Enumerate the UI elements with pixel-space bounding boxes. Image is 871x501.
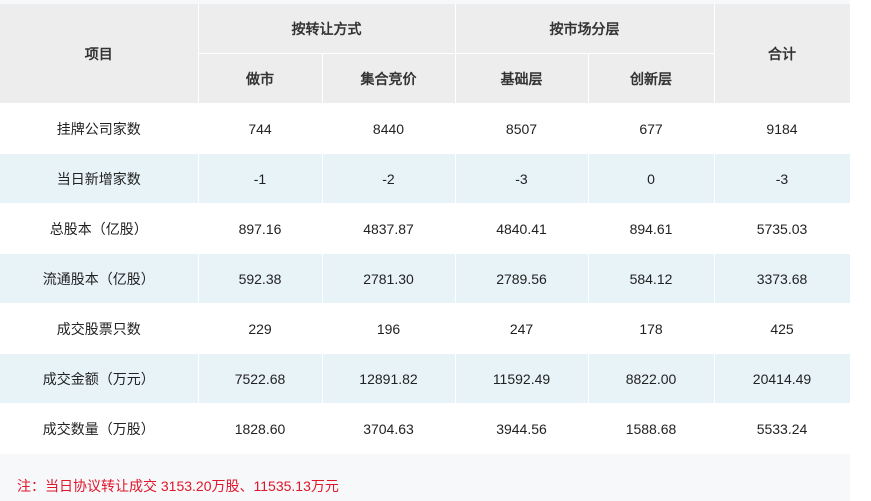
header-market-making: 做市 [198, 53, 323, 104]
table-row: 成交数量（万股） 1828.60 3704.63 3944.56 1588.68… [0, 403, 851, 454]
cell-value: 5735.03 [714, 203, 851, 254]
cell-value: 897.16 [198, 203, 323, 254]
cell-value: 592.38 [198, 253, 323, 304]
table-row: 流通股本（亿股） 592.38 2781.30 2789.56 584.12 3… [0, 253, 851, 304]
cell-value: 8822.00 [588, 353, 715, 404]
header-group-transfer: 按转让方式 [198, 4, 456, 54]
cell-value: 4837.87 [322, 203, 456, 254]
cell-value: 744 [198, 103, 323, 154]
table-row: 成交股票只数 229 196 247 178 425 [0, 303, 851, 354]
cell-value: -3 [714, 153, 851, 204]
cell-value: 8507 [455, 103, 589, 154]
cell-value: 8440 [322, 103, 456, 154]
cell-value: 229 [198, 303, 323, 354]
table-row: 总股本（亿股） 897.16 4837.87 4840.41 894.61 57… [0, 203, 851, 254]
header-item: 项目 [0, 4, 199, 104]
row-label: 成交金额（万元） [0, 353, 199, 404]
header-basic-tier: 基础层 [455, 53, 589, 104]
table-row: 成交金额（万元） 7522.68 12891.82 11592.49 8822.… [0, 353, 851, 404]
cell-value: 2789.56 [455, 253, 589, 304]
cell-value: -2 [322, 153, 456, 204]
cell-value: 3944.56 [455, 403, 589, 454]
header-total: 合计 [714, 4, 851, 104]
cell-value: 7522.68 [198, 353, 323, 404]
cell-value: 4840.41 [455, 203, 589, 254]
cell-value: 9184 [714, 103, 851, 154]
cell-value: 2781.30 [322, 253, 456, 304]
cell-value: 1588.68 [588, 403, 715, 454]
row-label: 挂牌公司家数 [0, 103, 199, 154]
footnote: 注：当日协议转让成交 3153.20万股、11535.13万元 [17, 478, 339, 494]
header-group-market: 按市场分层 [455, 4, 715, 54]
cell-value: 20414.49 [714, 353, 851, 404]
table-row: 挂牌公司家数 744 8440 8507 677 9184 [0, 103, 851, 154]
cell-value: 5533.24 [714, 403, 851, 454]
cell-value: 12891.82 [322, 353, 456, 404]
cell-value: 3373.68 [714, 253, 851, 304]
cell-value: 196 [322, 303, 456, 354]
cell-value: 3704.63 [322, 403, 456, 454]
table-row: 当日新增家数 -1 -2 -3 0 -3 [0, 153, 851, 204]
cell-value: 11592.49 [455, 353, 589, 404]
cell-value: 425 [714, 303, 851, 354]
cell-value: 677 [588, 103, 715, 154]
page-margin [850, 0, 871, 501]
cell-value: -3 [455, 153, 589, 204]
cell-value: 894.61 [588, 203, 715, 254]
row-label: 当日新增家数 [0, 153, 199, 204]
cell-value: 178 [588, 303, 715, 354]
row-label: 总股本（亿股） [0, 203, 199, 254]
cell-value: 584.12 [588, 253, 715, 304]
row-label: 成交股票只数 [0, 303, 199, 354]
header-innovation-tier: 创新层 [588, 53, 715, 104]
cell-value: -1 [198, 153, 323, 204]
cell-value: 247 [455, 303, 589, 354]
market-stats-table: 项目 按转让方式 按市场分层 合计 做市 集合竞价 基础层 创新层 挂牌公司家数… [0, 4, 851, 454]
cell-value: 0 [588, 153, 715, 204]
row-label: 流通股本（亿股） [0, 253, 199, 304]
header-call-auction: 集合竞价 [322, 53, 456, 104]
row-label: 成交数量（万股） [0, 403, 199, 454]
cell-value: 1828.60 [198, 403, 323, 454]
